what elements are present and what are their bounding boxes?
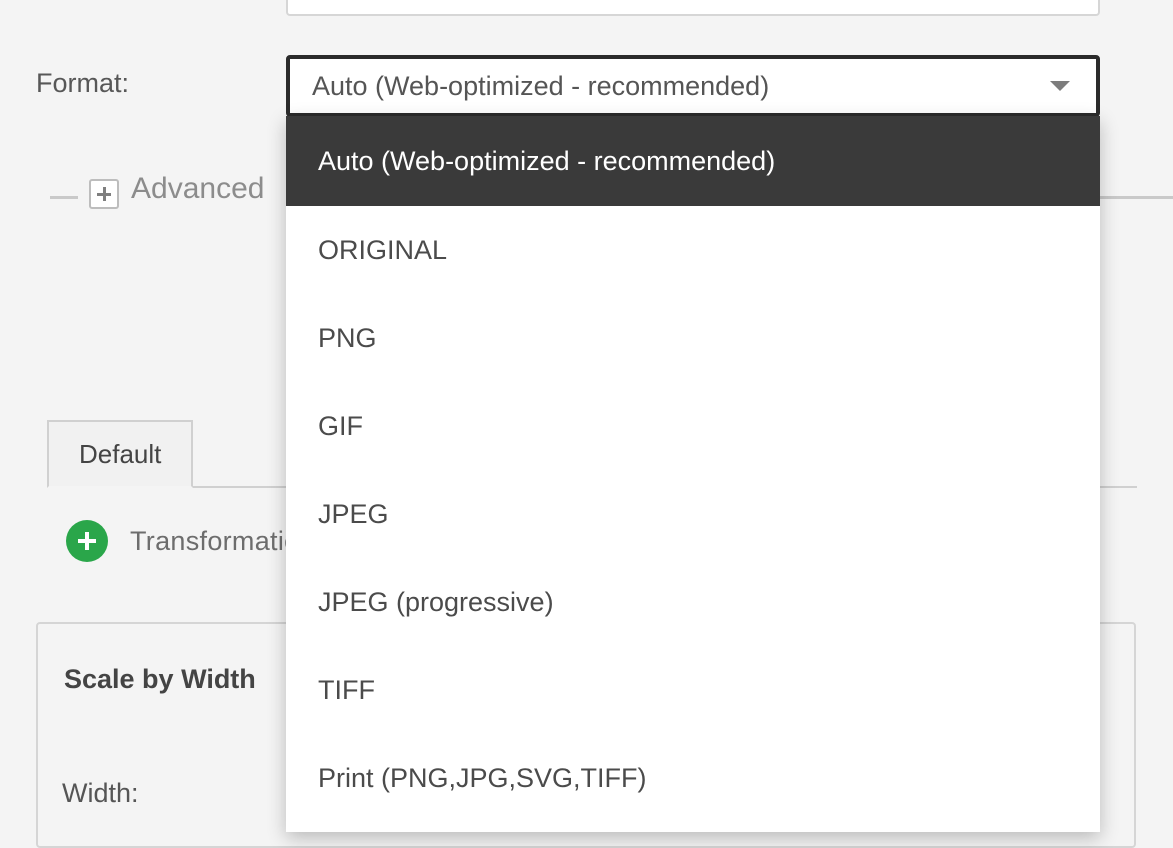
section-divider: [50, 196, 78, 199]
tab-default[interactable]: Default: [47, 420, 193, 488]
format-option-png[interactable]: PNG: [286, 294, 1100, 382]
format-option-jpeg-progressive[interactable]: JPEG (progressive): [286, 558, 1100, 646]
expand-advanced-button[interactable]: [89, 179, 119, 209]
width-label: Width:: [62, 778, 139, 809]
format-label: Format:: [36, 68, 129, 99]
scale-title: Scale by Width: [64, 664, 256, 695]
format-option-print[interactable]: Print (PNG,JPG,SVG,TIFF): [286, 734, 1100, 822]
format-option-tiff[interactable]: TIFF: [286, 646, 1100, 734]
format-option-original[interactable]: ORIGINAL: [286, 206, 1100, 294]
format-select[interactable]: Auto (Web-optimized - recommended): [286, 55, 1100, 117]
format-option-gif[interactable]: GIF: [286, 382, 1100, 470]
format-dropdown: Auto (Web-optimized - recommended) ORIGI…: [286, 116, 1100, 832]
add-transformation-button[interactable]: [66, 520, 108, 562]
chevron-down-icon: [1050, 81, 1070, 91]
section-divider: [1100, 196, 1173, 199]
add-transformation-row: Transformation: [66, 520, 315, 562]
format-option-auto[interactable]: Auto (Web-optimized - recommended): [286, 116, 1100, 206]
advanced-section-label: Advanced: [131, 172, 264, 206]
format-select-value: Auto (Web-optimized - recommended): [312, 71, 769, 102]
plus-icon: [97, 187, 111, 201]
format-option-jpeg[interactable]: JPEG: [286, 470, 1100, 558]
previous-field-input[interactable]: [286, 0, 1100, 16]
